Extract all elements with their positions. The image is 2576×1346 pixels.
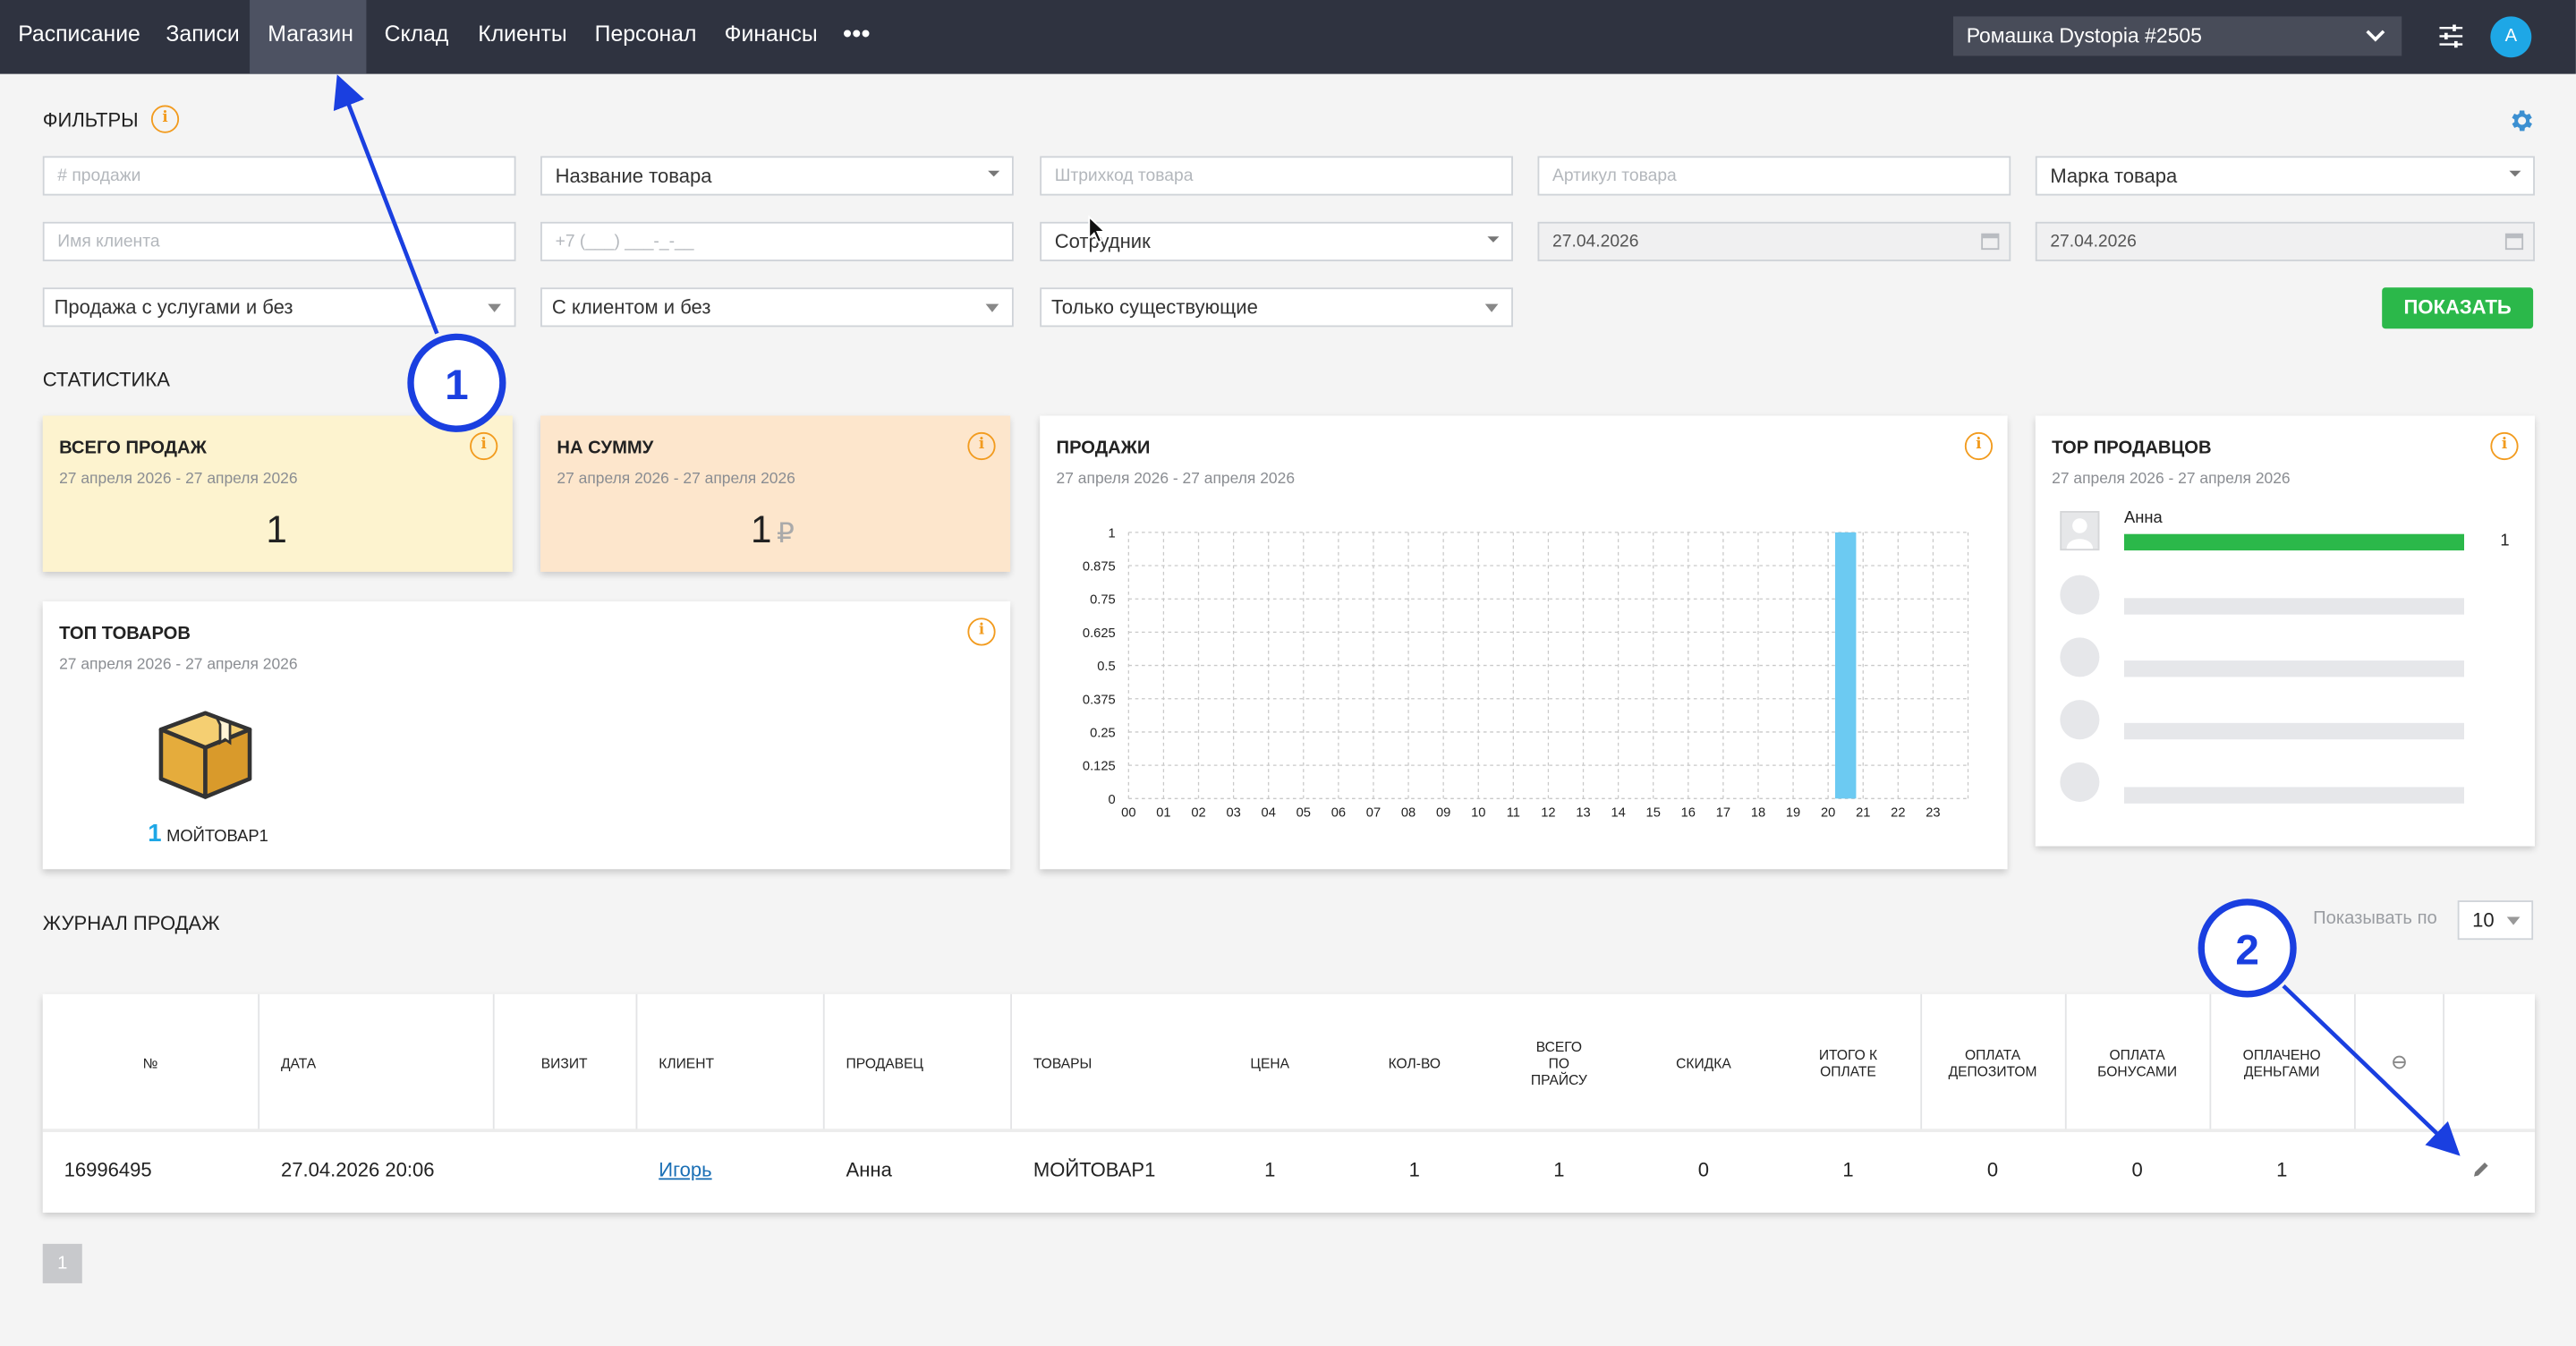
annotation-arrow-1 (333, 74, 439, 335)
annotation-arrow-2 (2282, 984, 2461, 1156)
annotation-label-2: 2 (2235, 927, 2259, 975)
annotation-overlay: 1 2 (333, 74, 2461, 1156)
annotation-label-1: 1 (445, 362, 469, 409)
